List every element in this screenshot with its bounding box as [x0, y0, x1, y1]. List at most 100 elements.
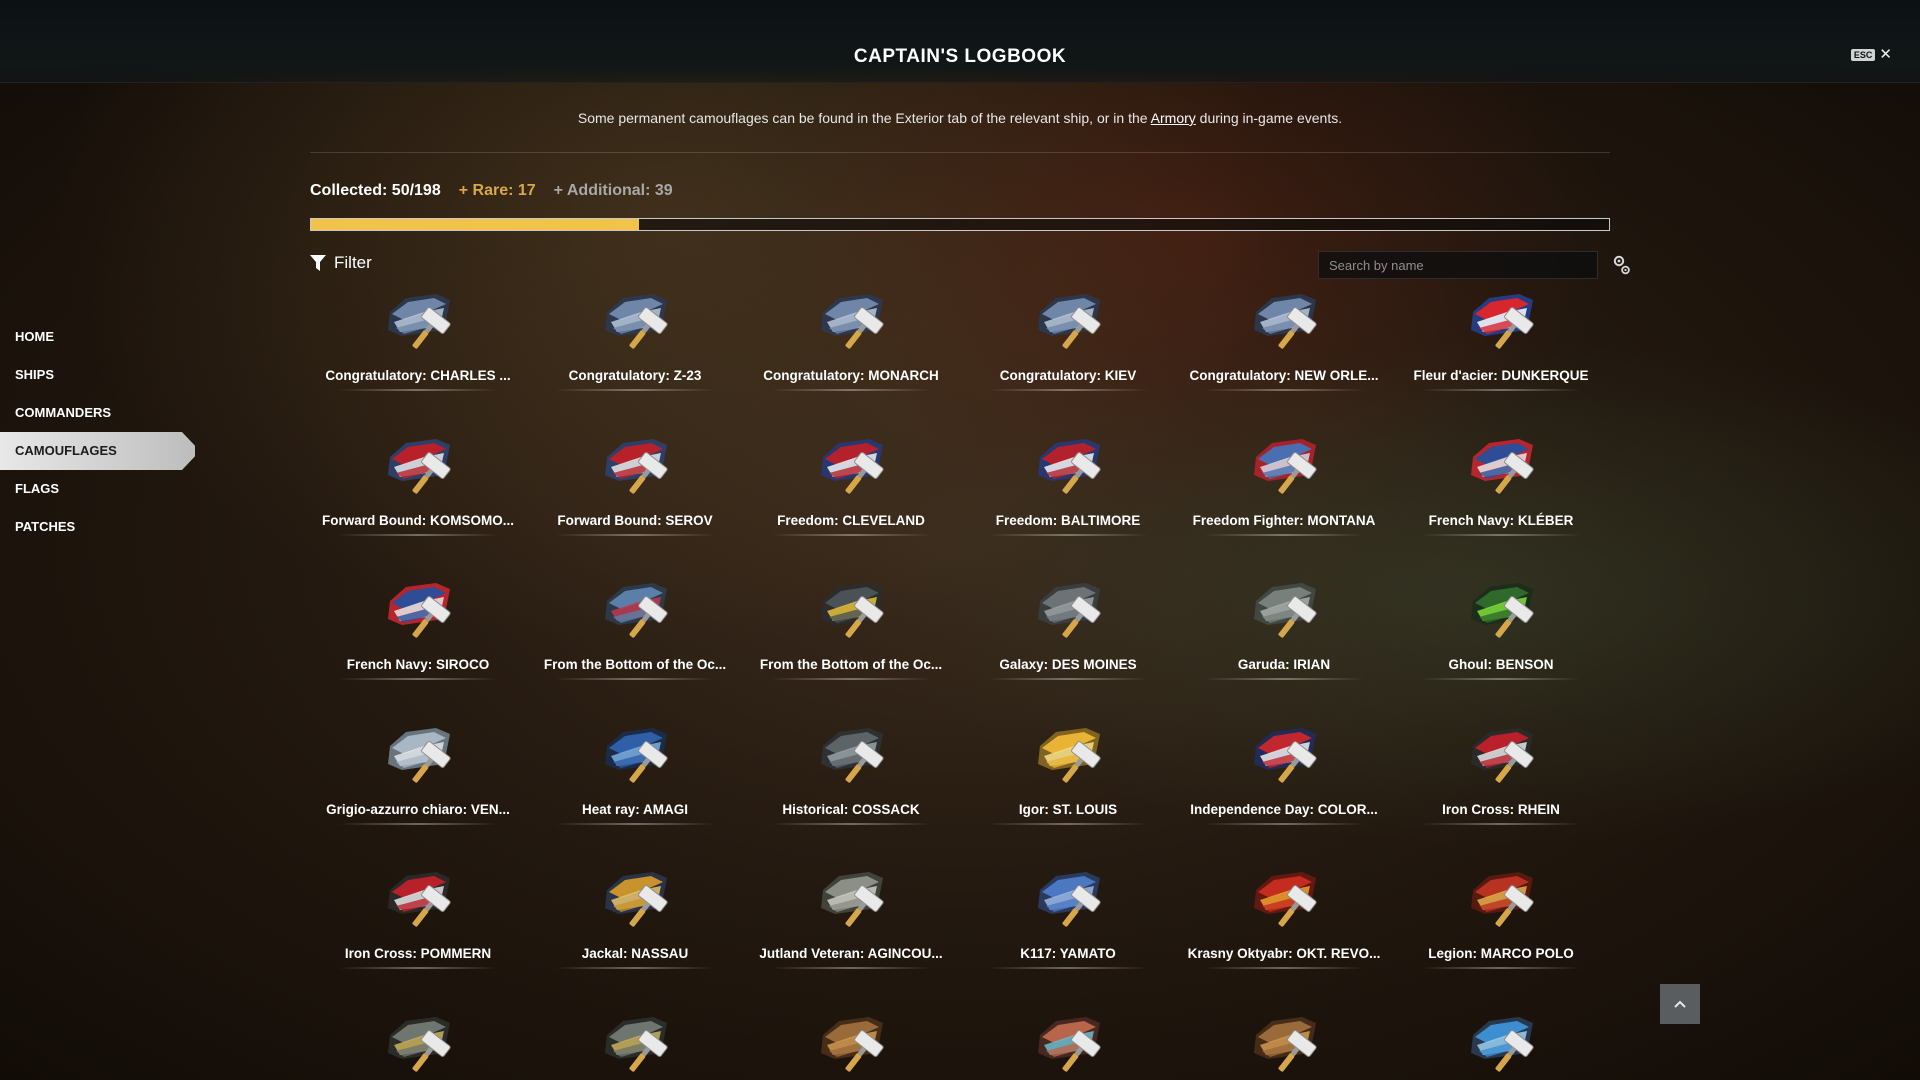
camouflage-tile[interactable]: From the Bottom of the Oc... [527, 577, 743, 697]
tile-underline [555, 967, 715, 969]
notice-text: Some permanent camouflages can be found … [577, 110, 1151, 126]
camouflage-icon [605, 439, 668, 494]
camouflage-tile[interactable]: Forward Bound: KOMSOMO... [310, 433, 526, 553]
camouflage-icon [821, 872, 884, 927]
tile-underline [338, 967, 498, 969]
camouflage-icon [821, 728, 884, 783]
tile-underline [1421, 823, 1581, 825]
camouflage-name: Freedom Fighter: MONTANA [1192, 513, 1376, 528]
camouflage-tile[interactable]: Krasny Oktyabr: OKT. REVO... [1176, 866, 1392, 986]
camouflage-tile[interactable]: Garuda: IRIAN [1176, 577, 1392, 697]
camouflage-tile[interactable]: Historical: COSSACK [743, 722, 959, 842]
camouflage-tile[interactable]: French Navy: KLÉBER [1393, 433, 1609, 553]
chevron-up-icon [1674, 1000, 1686, 1008]
camouflage-tile[interactable]: Iron Cross: POMMERN [310, 866, 526, 986]
sidebar-item-ships[interactable]: SHIPS [0, 356, 210, 394]
collection-stats: Collected: 50/198 + Rare: 17 + Additiona… [310, 182, 1610, 202]
divider [310, 152, 1610, 153]
tile-underline [988, 967, 1148, 969]
camouflage-icon [605, 872, 668, 927]
camouflage-name: French Navy: KLÉBER [1428, 513, 1574, 528]
tile-underline [1204, 389, 1364, 391]
camouflage-tile[interactable]: Freedom: BALTIMORE [960, 433, 1176, 553]
camouflage-tile[interactable]: Fleur d'acier: DUNKERQUE [1393, 288, 1609, 408]
additional-count: + Additional: 39 [553, 182, 673, 199]
camouflage-tile[interactable]: Freedom Fighter: MONTANA [1176, 433, 1392, 553]
camouflage-name: Congratulatory: Z-23 [568, 368, 702, 383]
tile-underline [555, 389, 715, 391]
camouflage-icon [388, 1017, 451, 1072]
sidebar-item-flags[interactable]: FLAGS [0, 470, 210, 508]
scroll-to-top-button[interactable] [1660, 984, 1700, 1024]
camouflage-name: Grigio-azzurro chiaro: VEN... [326, 802, 510, 817]
camouflage-tile[interactable]: Congratulatory: Z-23 [527, 288, 743, 408]
close-button[interactable]: ESC ✕ [1850, 46, 1892, 63]
tile-underline [338, 823, 498, 825]
tile-underline [338, 534, 498, 536]
sidebar-item-camouflages[interactable]: CAMOUFLAGES [0, 432, 195, 470]
armory-link[interactable]: Armory [1151, 110, 1196, 126]
camouflage-tile[interactable]: Congratulatory: NEW ORLE... [1176, 288, 1392, 408]
camouflage-icon [605, 294, 668, 349]
tile-underline [555, 823, 715, 825]
camouflage-name: Forward Bound: KOMSOMO... [322, 513, 514, 528]
sidebar: HOME SHIPS COMMANDERS CAMOUFLAGES FLAGS … [0, 318, 210, 546]
tile-underline [988, 534, 1148, 536]
camouflage-tile[interactable]: Ghoul: BENSON [1393, 577, 1609, 697]
camouflage-tile[interactable] [527, 1011, 743, 1080]
camouflage-tile[interactable]: Legion: MARCO POLO [1393, 866, 1609, 986]
sidebar-item-patches[interactable]: PATCHES [0, 508, 210, 546]
filter-button[interactable]: Filter [310, 253, 372, 273]
camouflage-tile[interactable] [743, 1011, 959, 1080]
tile-underline [771, 389, 931, 391]
camouflage-tile[interactable]: Galaxy: DES MOINES [960, 577, 1176, 697]
camouflage-icon [388, 872, 451, 927]
tile-underline [338, 678, 498, 680]
camouflage-name: Garuda: IRIAN [1237, 657, 1331, 672]
close-icon: ✕ [1879, 46, 1892, 63]
camouflage-tile[interactable]: Igor: ST. LOUIS [960, 722, 1176, 842]
camouflage-tile[interactable]: Jackal: NASSAU [527, 866, 743, 986]
esc-key-badge: ESC [1850, 49, 1876, 61]
camouflage-tile[interactable] [1393, 1011, 1609, 1080]
camouflage-name: Jackal: NASSAU [581, 946, 689, 961]
camouflage-name: Heat ray: AMAGI [581, 802, 689, 817]
camouflage-tile[interactable] [310, 1011, 526, 1080]
gear-icon [1613, 255, 1630, 275]
sidebar-item-home[interactable]: HOME [0, 318, 210, 356]
camouflage-tile[interactable]: K117: YAMATO [960, 866, 1176, 986]
camouflage-icon [1254, 583, 1317, 638]
search-input[interactable] [1318, 251, 1598, 279]
camouflage-tile[interactable]: Freedom: CLEVELAND [743, 433, 959, 553]
camouflage-name: Igor: ST. LOUIS [1018, 802, 1118, 817]
tile-underline [771, 823, 931, 825]
tile-underline [988, 389, 1148, 391]
camouflage-tile[interactable]: Independence Day: COLOR... [1176, 722, 1392, 842]
camouflage-name: Congratulatory: NEW ORLE... [1189, 368, 1379, 383]
camouflage-tile[interactable]: Forward Bound: SEROV [527, 433, 743, 553]
camouflage-icon [1038, 583, 1101, 638]
camouflage-tile[interactable]: Jutland Veteran: AGINCOU... [743, 866, 959, 986]
camouflage-icon [1038, 728, 1101, 783]
funnel-icon [310, 254, 326, 271]
camouflage-name: Congratulatory: CHARLES ... [325, 368, 511, 383]
camouflage-tile[interactable]: Iron Cross: RHEIN [1393, 722, 1609, 842]
camouflage-icon [605, 1017, 668, 1072]
camouflage-tile[interactable]: Congratulatory: MONARCH [743, 288, 959, 408]
main-content: Some permanent camouflages can be found … [310, 82, 1630, 281]
camouflage-tile[interactable]: Grigio-azzurro chiaro: VEN... [310, 722, 526, 842]
camouflage-name: Congratulatory: KIEV [999, 368, 1137, 383]
tile-underline [771, 967, 931, 969]
camouflage-tile[interactable]: Heat ray: AMAGI [527, 722, 743, 842]
camouflage-name: Historical: COSSACK [782, 802, 920, 817]
sidebar-item-commanders[interactable]: COMMANDERS [0, 394, 210, 432]
search-settings-button[interactable] [1613, 254, 1631, 281]
camouflage-tile[interactable]: Congratulatory: KIEV [960, 288, 1176, 408]
camouflage-tile[interactable]: Congratulatory: CHARLES ... [310, 288, 526, 408]
camouflage-tile[interactable]: From the Bottom of the Oc... [743, 577, 959, 697]
filter-label: Filter [334, 253, 372, 272]
camouflage-icon [1254, 872, 1317, 927]
camouflage-tile[interactable] [960, 1011, 1176, 1080]
camouflage-tile[interactable]: French Navy: SIROCO [310, 577, 526, 697]
camouflage-tile[interactable] [1176, 1011, 1392, 1080]
